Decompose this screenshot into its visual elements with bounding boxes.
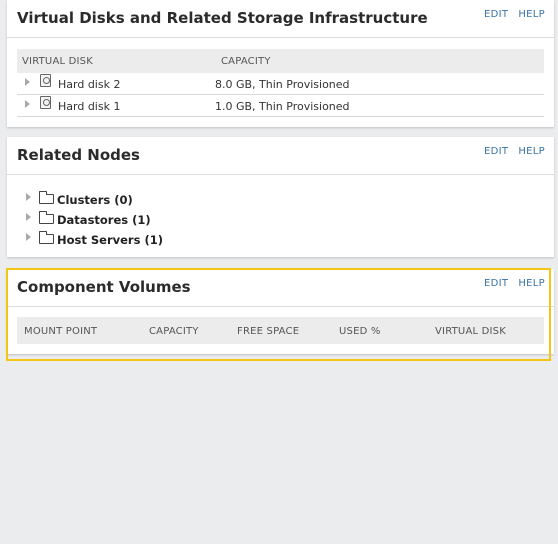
expand-arrow-icon[interactable] (25, 78, 30, 86)
column-free-space[interactable]: FREE SPACE (237, 326, 299, 337)
column-virtual-disk[interactable]: VIRTUAL DISK (22, 56, 93, 67)
component-volumes-title: Component Volumes (17, 278, 191, 296)
column-virtual-disk[interactable]: VIRTUAL DISK (435, 326, 506, 337)
column-capacity[interactable]: CAPACITY (149, 326, 199, 337)
expand-arrow-icon[interactable] (26, 213, 31, 221)
disk-name: Hard disk 1 (58, 100, 121, 113)
virtual-disks-table-header: VIRTUAL DISK CAPACITY (17, 49, 544, 73)
column-capacity[interactable]: CAPACITY (221, 56, 271, 67)
virtual-disks-title: Virtual Disks and Related Storage Infras… (17, 9, 428, 27)
node-label[interactable]: Datastores (1) (57, 213, 151, 227)
column-used-percent[interactable]: USED % (339, 326, 381, 337)
node-label[interactable]: Host Servers (1) (57, 233, 163, 247)
disk-capacity: 8.0 GB, Thin Provisioned (215, 78, 350, 91)
hard-disk-icon (40, 74, 51, 87)
expand-arrow-icon[interactable] (26, 233, 31, 241)
component-volumes-help-link[interactable]: HELP (518, 278, 545, 289)
hard-disk-icon (40, 96, 51, 109)
virtual-disks-panel: Virtual Disks and Related Storage Infras… (7, 0, 554, 127)
column-mount-point[interactable]: MOUNT POINT (24, 326, 97, 337)
component-volumes-links: EDIT HELP (477, 278, 545, 289)
related-nodes-help-link[interactable]: HELP (518, 146, 545, 157)
folder-icon (39, 231, 54, 244)
node-label[interactable]: Clusters (0) (57, 193, 133, 207)
disk-capacity: 1.0 GB, Thin Provisioned (215, 100, 350, 113)
component-volumes-edit-link[interactable]: EDIT (484, 278, 508, 289)
component-volumes-table-header: MOUNT POINT CAPACITY FREE SPACE USED % V… (17, 317, 544, 344)
disk-name: Hard disk 2 (58, 78, 121, 91)
virtual-disks-help-link[interactable]: HELP (518, 9, 545, 20)
virtual-disks-edit-link[interactable]: EDIT (484, 9, 508, 20)
related-nodes-links: EDIT HELP (477, 146, 545, 157)
related-nodes-title: Related Nodes (17, 146, 140, 164)
virtual-disks-header: Virtual Disks and Related Storage Infras… (7, 0, 554, 38)
table-row[interactable]: Hard disk 1 1.0 GB, Thin Provisioned (17, 95, 544, 117)
related-nodes-header: Related Nodes EDIT HELP (7, 137, 554, 175)
virtual-disks-links: EDIT HELP (477, 9, 545, 20)
expand-arrow-icon[interactable] (26, 193, 31, 201)
folder-icon (39, 211, 54, 224)
related-nodes-edit-link[interactable]: EDIT (484, 146, 508, 157)
related-nodes-panel: Related Nodes EDIT HELP Clusters (0) Dat… (7, 137, 554, 257)
folder-icon (39, 191, 54, 204)
table-row[interactable]: Hard disk 2 8.0 GB, Thin Provisioned (17, 73, 544, 95)
component-volumes-header: Component Volumes EDIT HELP (7, 269, 554, 307)
component-volumes-panel: Component Volumes EDIT HELP MOUNT POINT … (7, 269, 554, 354)
expand-arrow-icon[interactable] (25, 100, 30, 108)
